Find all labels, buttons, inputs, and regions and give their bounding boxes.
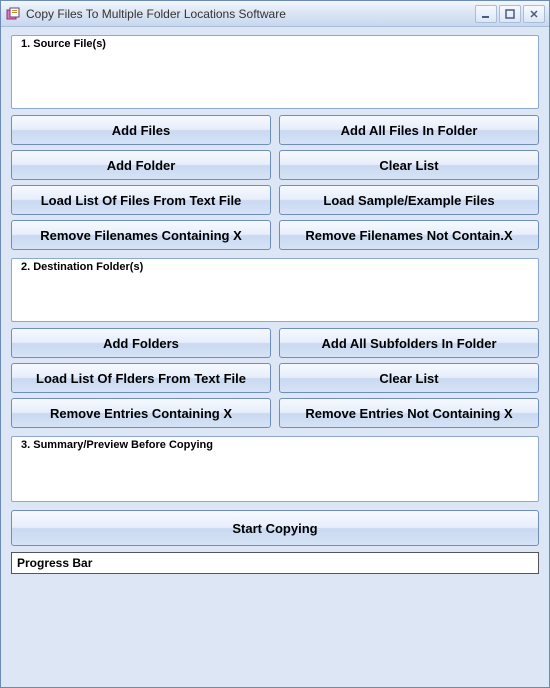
summary-preview-group: 3. Summary/Preview Before Copying (11, 436, 539, 502)
titlebar: Copy Files To Multiple Folder Locations … (1, 1, 549, 27)
start-copying-button[interactable]: Start Copying (11, 510, 539, 546)
maximize-button[interactable] (499, 5, 521, 23)
clear-source-list-button[interactable]: Clear List (279, 150, 539, 180)
source-files-group: 1. Source File(s) (11, 35, 539, 109)
add-all-files-in-folder-button[interactable]: Add All Files In Folder (279, 115, 539, 145)
remove-entries-not-containing-button[interactable]: Remove Entries Not Containing X (279, 398, 539, 428)
window-controls (475, 5, 545, 23)
load-folder-list-button[interactable]: Load List Of Flders From Text File (11, 363, 271, 393)
load-file-list-button[interactable]: Load List Of Files From Text File (11, 185, 271, 215)
application-window: Copy Files To Multiple Folder Locations … (0, 0, 550, 688)
remove-filenames-not-containing-button[interactable]: Remove Filenames Not Contain.X (279, 220, 539, 250)
action-grid: Start Copying (11, 510, 539, 546)
destination-folders-label: 2. Destination Folder(s) (18, 261, 146, 273)
summary-preview-label: 3. Summary/Preview Before Copying (18, 439, 216, 451)
content-area: 1. Source File(s) Add Files Add All File… (1, 27, 549, 687)
remove-filenames-containing-button[interactable]: Remove Filenames Containing X (11, 220, 271, 250)
progress-bar: Progress Bar (11, 552, 539, 574)
minimize-button[interactable] (475, 5, 497, 23)
progress-label: Progress Bar (17, 556, 92, 570)
clear-destination-list-button[interactable]: Clear List (279, 363, 539, 393)
remove-entries-containing-button[interactable]: Remove Entries Containing X (11, 398, 271, 428)
add-files-button[interactable]: Add Files (11, 115, 271, 145)
load-sample-files-button[interactable]: Load Sample/Example Files (279, 185, 539, 215)
add-folder-button[interactable]: Add Folder (11, 150, 271, 180)
source-files-label: 1. Source File(s) (18, 38, 109, 50)
destination-buttons-grid: Add Folders Add All Subfolders In Folder… (11, 328, 539, 428)
add-folders-button[interactable]: Add Folders (11, 328, 271, 358)
add-all-subfolders-button[interactable]: Add All Subfolders In Folder (279, 328, 539, 358)
destination-folders-group: 2. Destination Folder(s) (11, 258, 539, 322)
window-title: Copy Files To Multiple Folder Locations … (26, 7, 475, 21)
source-buttons-grid: Add Files Add All Files In Folder Add Fo… (11, 115, 539, 250)
app-icon (5, 6, 21, 22)
close-button[interactable] (523, 5, 545, 23)
